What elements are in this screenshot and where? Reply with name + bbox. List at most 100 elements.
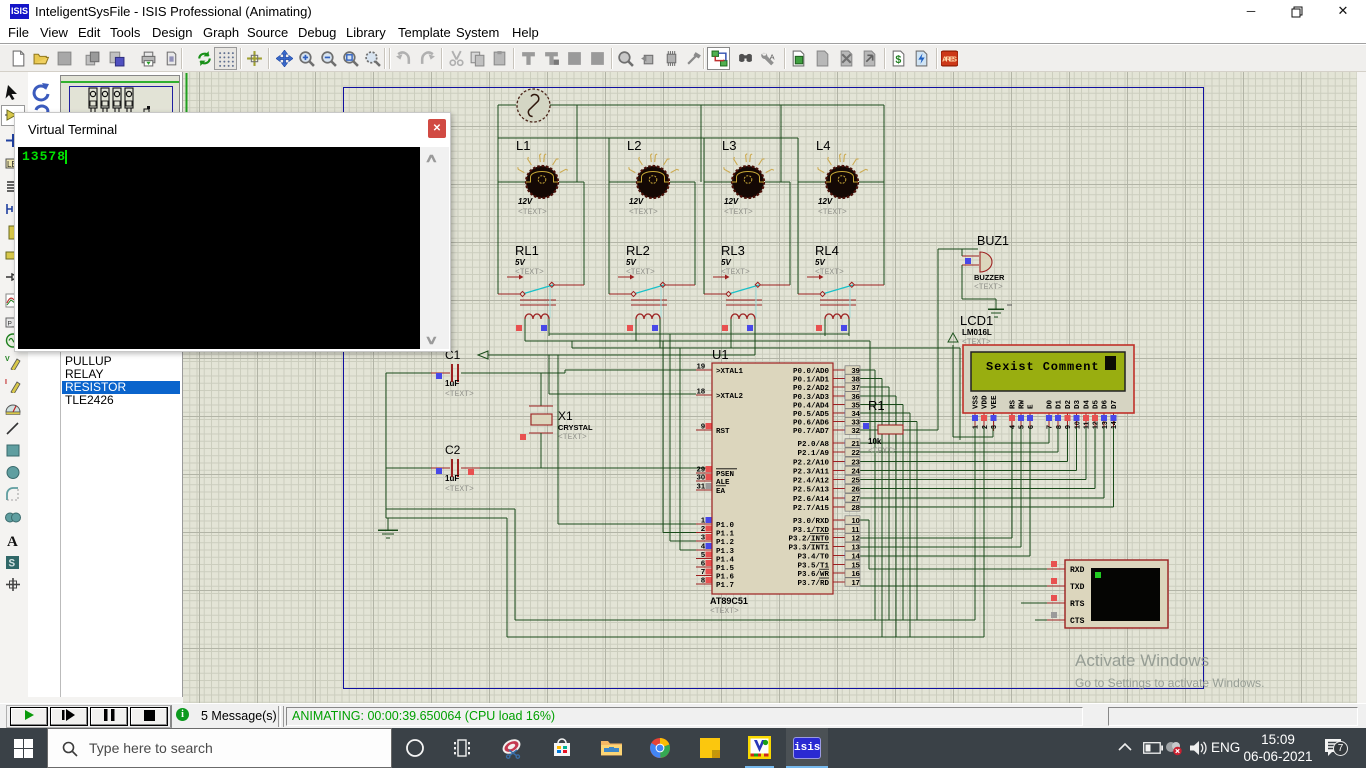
svg-text:PSEN: PSEN xyxy=(716,471,734,479)
svg-text:L4: L4 xyxy=(816,138,830,153)
svg-text:19: 19 xyxy=(697,362,705,371)
svg-text:P2.0/A8: P2.0/A8 xyxy=(797,441,829,449)
svg-text:<TEXT>: <TEXT> xyxy=(558,433,587,442)
svg-text:P3.4/T0: P3.4/T0 xyxy=(797,553,829,561)
svg-text:24: 24 xyxy=(852,466,861,475)
svg-text:2: 2 xyxy=(982,425,989,429)
svg-text:<TEXT>: <TEXT> xyxy=(710,607,739,616)
svg-text:P2.5/A13: P2.5/A13 xyxy=(793,487,830,495)
svg-text:4: 4 xyxy=(1010,425,1017,429)
svg-text:<TEXT>: <TEXT> xyxy=(445,390,474,399)
svg-text:RW: RW xyxy=(1019,399,1027,409)
svg-text:P0.6/AD6: P0.6/AD6 xyxy=(793,420,830,428)
svg-text:13: 13 xyxy=(852,543,860,552)
svg-text:A: A xyxy=(770,53,775,62)
svg-text:10: 10 xyxy=(1074,421,1081,429)
svg-text:<TEXT>: <TEXT> xyxy=(974,283,1003,292)
svg-text:VSS: VSS xyxy=(973,395,981,409)
svg-text:P2.3/A11: P2.3/A11 xyxy=(793,468,830,476)
svg-text:TXD: TXD xyxy=(1070,583,1085,592)
svg-text:D4: D4 xyxy=(1084,399,1092,409)
svg-text:LCD1: LCD1 xyxy=(960,313,993,328)
svg-text:>XTAL2: >XTAL2 xyxy=(716,393,744,401)
svg-text:$: $ xyxy=(895,54,901,66)
svg-text:D6: D6 xyxy=(1102,399,1110,409)
svg-text:9: 9 xyxy=(1065,425,1072,429)
svg-text:21: 21 xyxy=(852,439,860,448)
svg-text:5: 5 xyxy=(1019,425,1026,429)
svg-text:RL1: RL1 xyxy=(515,243,539,258)
svg-text:14: 14 xyxy=(852,551,861,560)
svg-text:18: 18 xyxy=(697,387,705,396)
svg-text:P0.4/AD4: P0.4/AD4 xyxy=(793,402,830,410)
svg-text:1uF: 1uF xyxy=(445,474,459,483)
svg-text:P1.3: P1.3 xyxy=(716,548,735,556)
svg-text:22: 22 xyxy=(852,448,860,457)
svg-text:25: 25 xyxy=(852,476,860,485)
svg-text:32: 32 xyxy=(852,426,860,435)
svg-text:P2.1/A9: P2.1/A9 xyxy=(797,450,829,458)
svg-text:P0.5/AD5: P0.5/AD5 xyxy=(793,411,830,419)
svg-text:5V: 5V xyxy=(815,258,825,267)
svg-text:U1: U1 xyxy=(712,347,729,362)
svg-text:L3: L3 xyxy=(722,138,736,153)
svg-text:8: 8 xyxy=(701,576,705,585)
svg-text:17: 17 xyxy=(852,578,860,587)
svg-text:AT89C51: AT89C51 xyxy=(710,596,748,606)
svg-text:RL4: RL4 xyxy=(815,243,839,258)
svg-text:5V: 5V xyxy=(515,258,525,267)
svg-text:11: 11 xyxy=(1084,421,1091,429)
svg-text:RXD: RXD xyxy=(1070,566,1085,575)
svg-text:S: S xyxy=(9,559,16,571)
svg-text:RL2: RL2 xyxy=(626,243,650,258)
svg-text:6: 6 xyxy=(1028,425,1035,429)
svg-text:RL3: RL3 xyxy=(721,243,745,258)
svg-text:Sexist Comment: Sexist Comment xyxy=(986,360,1099,374)
svg-text:<TEXT>: <TEXT> xyxy=(724,208,753,217)
svg-text:31: 31 xyxy=(697,482,705,491)
svg-text:12: 12 xyxy=(1093,421,1100,429)
svg-text:D1: D1 xyxy=(1056,399,1064,409)
svg-text:9: 9 xyxy=(701,422,705,431)
svg-text:P3.3/INT1: P3.3/INT1 xyxy=(788,545,829,553)
svg-text:<TEXT>: <TEXT> xyxy=(518,208,547,217)
svg-text:D3: D3 xyxy=(1074,399,1082,409)
svg-text:P2.6/A14: P2.6/A14 xyxy=(793,496,830,504)
svg-text:10k: 10k xyxy=(868,437,882,446)
svg-text:VEE: VEE xyxy=(991,395,999,409)
svg-text:15: 15 xyxy=(852,560,860,569)
svg-text:12V: 12V xyxy=(629,197,644,206)
svg-text:10: 10 xyxy=(852,516,860,525)
svg-text:11: 11 xyxy=(852,525,860,534)
svg-text:X1: X1 xyxy=(558,409,573,423)
svg-text:P0.1/AD1: P0.1/AD1 xyxy=(793,377,830,385)
svg-text:5V: 5V xyxy=(626,258,636,267)
svg-text:EA: EA xyxy=(716,488,726,496)
svg-text:P2.7/A15: P2.7/A15 xyxy=(793,505,830,513)
svg-text:1: 1 xyxy=(973,425,980,429)
svg-text:>XTAL1: >XTAL1 xyxy=(716,368,744,376)
svg-text:VDD: VDD xyxy=(982,395,990,409)
svg-text:P1.6: P1.6 xyxy=(716,574,735,582)
svg-text:P0.0/AD0: P0.0/AD0 xyxy=(793,368,830,376)
svg-text:8: 8 xyxy=(1056,425,1063,429)
svg-text:23: 23 xyxy=(852,457,860,466)
svg-text:7: 7 xyxy=(1047,425,1054,429)
svg-text:P1.7: P1.7 xyxy=(716,582,734,590)
svg-text:27: 27 xyxy=(852,494,860,503)
svg-text:12V: 12V xyxy=(518,197,533,206)
svg-text:P1.2: P1.2 xyxy=(716,539,735,547)
svg-text:28: 28 xyxy=(852,503,860,512)
svg-text:D5: D5 xyxy=(1093,399,1101,409)
svg-text:P0.7/AD7: P0.7/AD7 xyxy=(793,428,829,436)
svg-text:P2.4/A12: P2.4/A12 xyxy=(793,478,830,486)
svg-text:<TEXT>: <TEXT> xyxy=(868,447,897,456)
svg-text:A: A xyxy=(7,534,18,548)
svg-text:P1.0: P1.0 xyxy=(716,522,735,530)
svg-text:V: V xyxy=(5,356,10,363)
svg-text:<TEXT>: <TEXT> xyxy=(818,208,847,217)
svg-text:CRYSTAL: CRYSTAL xyxy=(558,423,593,432)
svg-text:P3.7/RD: P3.7/RD xyxy=(797,580,829,588)
svg-text:1uF: 1uF xyxy=(445,379,459,388)
svg-text:BUZ1: BUZ1 xyxy=(977,234,1009,248)
